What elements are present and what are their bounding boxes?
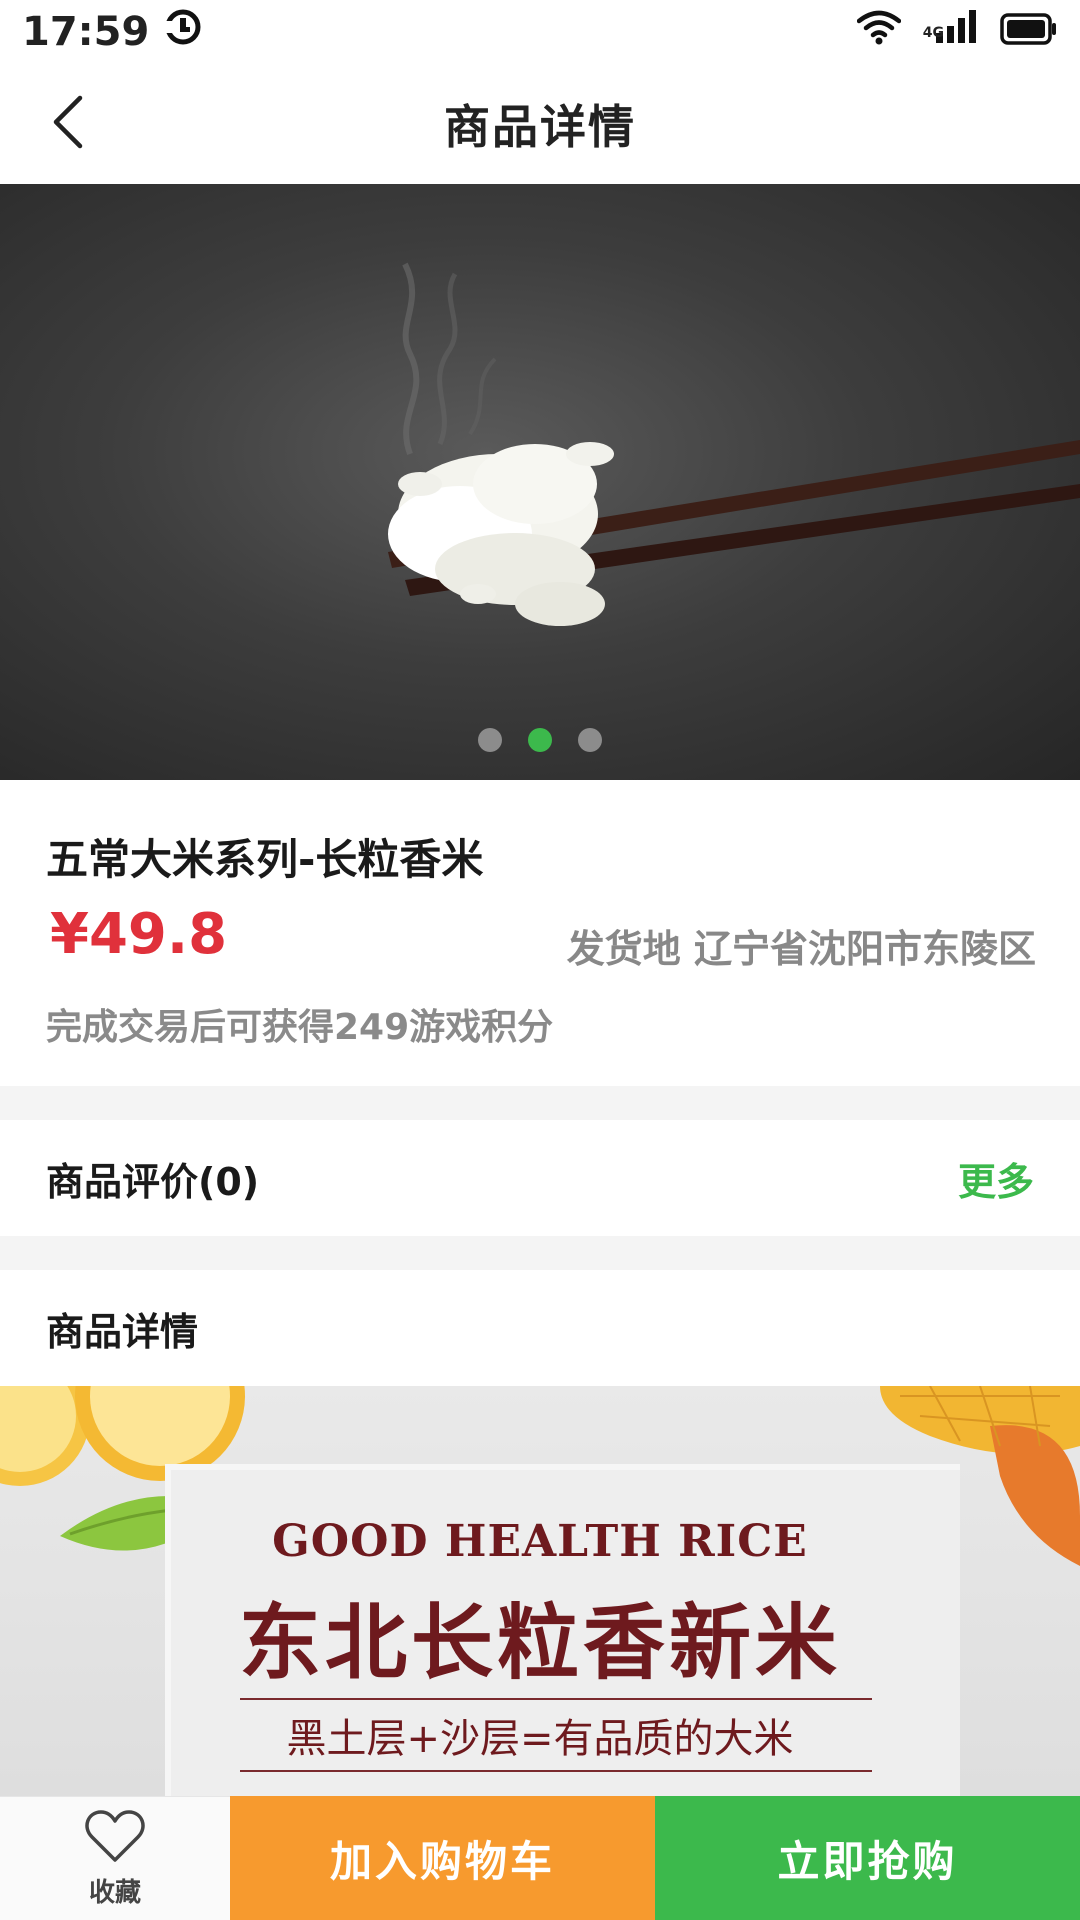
reviews-label: 商品评价(0) [46,1159,260,1204]
section-divider [0,1236,1080,1270]
banner-divider [240,1698,872,1700]
rice-on-chopsticks-photo [388,262,1080,626]
product-detail-page: 17:59 4G 商品详情 五常大米系列-长粒香米 ¥49.8 发货地 辽宁省沈… [0,0,1080,1920]
banner-divider [240,1770,872,1772]
carousel-dot-active[interactable] [528,728,552,752]
reviews-row[interactable]: 商品评价(0) 更多 [0,1120,1080,1236]
product-price: ¥49.8 [50,902,228,967]
sync-icon [163,7,203,57]
product-image-carousel[interactable] [0,184,1080,780]
back-button[interactable] [40,86,96,162]
banner-subtitle: 黑土层+沙层=有品质的大米 [286,1716,794,1762]
carousel-dot[interactable] [578,728,602,752]
network-type: 4G [922,25,944,41]
points-note: 完成交易后可获得249游戏积分 [46,1007,554,1048]
banner-title-cn: 东北长粒香新米 [238,1596,841,1691]
detail-banner-image: GOOD HEALTH RICE 东北长粒香新米 黑土层+沙层=有品质的大米 [0,1386,1080,1796]
detail-header: 商品详情 [0,1270,1080,1386]
product-name: 五常大米系列-长粒香米 [46,835,484,884]
add-to-cart-button[interactable]: 加入购物车 [230,1796,655,1920]
more-reviews-link[interactable]: 更多 [958,1151,1034,1206]
carousel-indicator [0,728,1080,752]
nav-bar: 商品详情 [0,64,1080,184]
bottom-action-bar: 收藏 加入购物车 立即抢购 [0,1796,1080,1920]
favorite-label: 收藏 [88,1878,141,1908]
wifi-icon [856,9,902,55]
heart-icon [84,1808,146,1868]
section-divider [0,1086,1080,1120]
favorite-button[interactable]: 收藏 [0,1796,230,1920]
battery-icon [1000,9,1058,55]
status-bar: 17:59 4G [0,0,1080,64]
chevron-left-icon [50,94,86,154]
carousel-dot[interactable] [478,728,502,752]
product-info: 五常大米系列-长粒香米 ¥49.8 发货地 辽宁省沈阳市东陵区 完成交易后可获得… [0,780,1080,1086]
buy-now-button[interactable]: 立即抢购 [655,1796,1080,1920]
page-title: 商品详情 [444,100,636,154]
banner-title-en: GOOD HEALTH RICE [272,1516,808,1567]
ship-from: 发货地 辽宁省沈阳市东陵区 [566,927,1036,971]
status-time: 17:59 [22,9,150,55]
detail-label: 商品详情 [46,1309,199,1354]
